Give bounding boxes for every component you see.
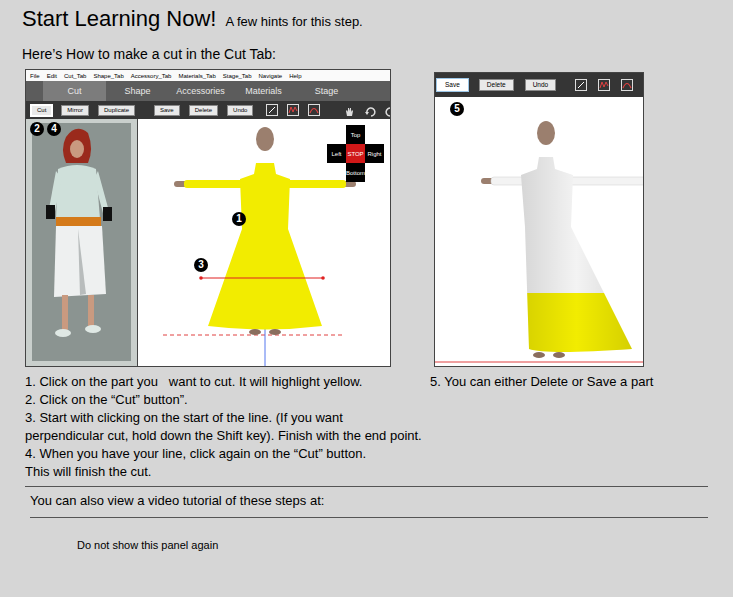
- straight-line-icon[interactable]: [575, 79, 587, 91]
- straight-line-icon[interactable]: [266, 104, 278, 116]
- rotate-tool[interactable]: [364, 104, 376, 116]
- menu-item[interactable]: Cut_Tab: [64, 73, 86, 79]
- tab-bar: CutShapeAccessoriesMaterialsStage: [26, 81, 390, 101]
- step-line: 1. Click on the part you want to cut. It…: [25, 373, 430, 391]
- viewport[interactable]: 1 3 TopLeftSTOPRightBottom: [138, 119, 390, 366]
- instructions: 1. Click on the part you want to cut. It…: [22, 373, 733, 481]
- toolbar-button[interactable]: Delete: [479, 79, 514, 91]
- video-text: You can also view a video tutorial of th…: [30, 492, 733, 509]
- step-badge: 2: [30, 122, 44, 136]
- nav-cube-top[interactable]: Top: [346, 125, 365, 144]
- spin-tool[interactable]: [385, 104, 391, 116]
- title-row: Start Learning Now! A few hints for this …: [22, 6, 733, 32]
- toolbar-button[interactable]: Delete: [189, 105, 218, 116]
- viewport[interactable]: 5: [435, 97, 643, 366]
- step: 4. When you have your line, click again …: [25, 445, 430, 481]
- step-line: This will finish the cut.: [25, 463, 430, 481]
- step-line: 2. Click on the “Cut” button”.: [25, 391, 430, 409]
- menu-item[interactable]: File: [30, 73, 40, 79]
- step-badge: 4: [47, 122, 61, 136]
- spin-icon: [385, 106, 391, 118]
- rotate-icon: [364, 106, 376, 118]
- nav-cube-left[interactable]: Left: [327, 144, 346, 163]
- zigzag-line-icon[interactable]: [598, 79, 610, 91]
- step-line: 4. When you have your line, click again …: [25, 445, 430, 463]
- menu-item[interactable]: Accessory_Tab: [131, 73, 172, 79]
- menu-item[interactable]: Stage_Tab: [223, 73, 252, 79]
- step: 1. Click on the part you want to cut. It…: [25, 373, 430, 391]
- zigzag-svg-icon: [288, 105, 298, 115]
- zigzag-line-icon[interactable]: [287, 104, 299, 116]
- toolbar: Cut Mirror Duplicate Save Delete Undo: [26, 101, 390, 119]
- straight-line-svg-icon: [267, 105, 277, 115]
- curve-line-icon[interactable]: [621, 79, 633, 91]
- step-line: perpendicular cut, hold down the Shift k…: [25, 427, 430, 445]
- preview-panel: 24: [26, 119, 138, 366]
- divider: [30, 517, 708, 518]
- dress-part[interactable]: [208, 163, 322, 330]
- menu-item[interactable]: Help: [289, 73, 301, 79]
- toolbar-button[interactable]: Duplicate: [98, 105, 135, 116]
- subtitle: A few hints for this step.: [225, 14, 362, 29]
- tab[interactable]: Shape: [106, 81, 169, 101]
- nav-cube-center[interactable]: STOP: [346, 144, 365, 163]
- nav-cube-right[interactable]: Right: [365, 144, 384, 163]
- nav-cube-bottom[interactable]: Bottom: [346, 163, 365, 182]
- title: Start Learning Now!: [22, 6, 216, 32]
- toolbar-button[interactable]: Save: [437, 79, 468, 91]
- menu-item[interactable]: Materials_Tab: [178, 73, 215, 79]
- curve-svg-icon: [622, 80, 632, 90]
- screenshots: File Edit Cut_Tab Shape_Tab Accessory_Tab Mat…: [22, 69, 733, 367]
- nav-cube[interactable]: TopLeftSTOPRightBottom: [327, 125, 384, 182]
- toolbar-button[interactable]: Undo: [227, 105, 253, 116]
- step-badge: 1: [232, 212, 246, 226]
- step-badge: 5: [450, 102, 464, 116]
- toolbar-button[interactable]: Save: [154, 105, 180, 116]
- preview-figure: [26, 119, 137, 366]
- curve-svg-icon: [309, 105, 319, 115]
- toolbar-button[interactable]: Cut: [31, 105, 52, 116]
- dress-hem-part[interactable]: [521, 293, 632, 352]
- tab[interactable]: Cut: [43, 81, 106, 101]
- straight-line-svg-icon: [576, 80, 586, 90]
- hand-tool[interactable]: [343, 104, 355, 116]
- curve-line-icon[interactable]: [308, 104, 320, 116]
- mannequin: [435, 97, 643, 367]
- note: 5. You can either Delete or Save a part: [430, 373, 733, 481]
- toolbar: Save Delete Undo: [435, 73, 643, 97]
- step-line: 3. Start with clicking on the start of t…: [25, 409, 430, 427]
- heading: Here’s How to make a cut in the Cut Tab:: [22, 46, 733, 62]
- divider: [25, 486, 708, 487]
- menu-item[interactable]: Shape_Tab: [93, 73, 123, 79]
- tab[interactable]: Accessories: [169, 81, 232, 101]
- step: 2. Click on the “Cut” button”.: [25, 391, 430, 409]
- step: 3. Start with clicking on the start of t…: [25, 409, 430, 445]
- dont-show-option[interactable]: Do not show this panel again: [77, 539, 733, 551]
- menu-item[interactable]: Navigate: [259, 73, 283, 79]
- work-area: 24 1 3 TopLeftSTOPRightBottom: [26, 119, 390, 366]
- menu-item[interactable]: Edit: [47, 73, 57, 79]
- cut-tab-screenshot: File Edit Cut_Tab Shape_Tab Accessory_Tab Mat…: [25, 69, 391, 367]
- toolbar-button[interactable]: Mirror: [61, 105, 89, 116]
- hand-icon: [343, 106, 355, 118]
- step-badge: 3: [194, 258, 208, 272]
- menu-bar: File Edit Cut_Tab Shape_Tab Accessory_Tab Mat…: [26, 70, 390, 81]
- tab[interactable]: Stage: [295, 81, 358, 101]
- toolbar-button[interactable]: Undo: [525, 79, 557, 91]
- tab[interactable]: Materials: [232, 81, 295, 101]
- dress-top-part[interactable]: [521, 157, 632, 293]
- result-screenshot: Save Delete Undo 5: [434, 72, 644, 367]
- zigzag-svg-icon: [599, 80, 609, 90]
- steps: 1. Click on the part you want to cut. It…: [25, 373, 430, 481]
